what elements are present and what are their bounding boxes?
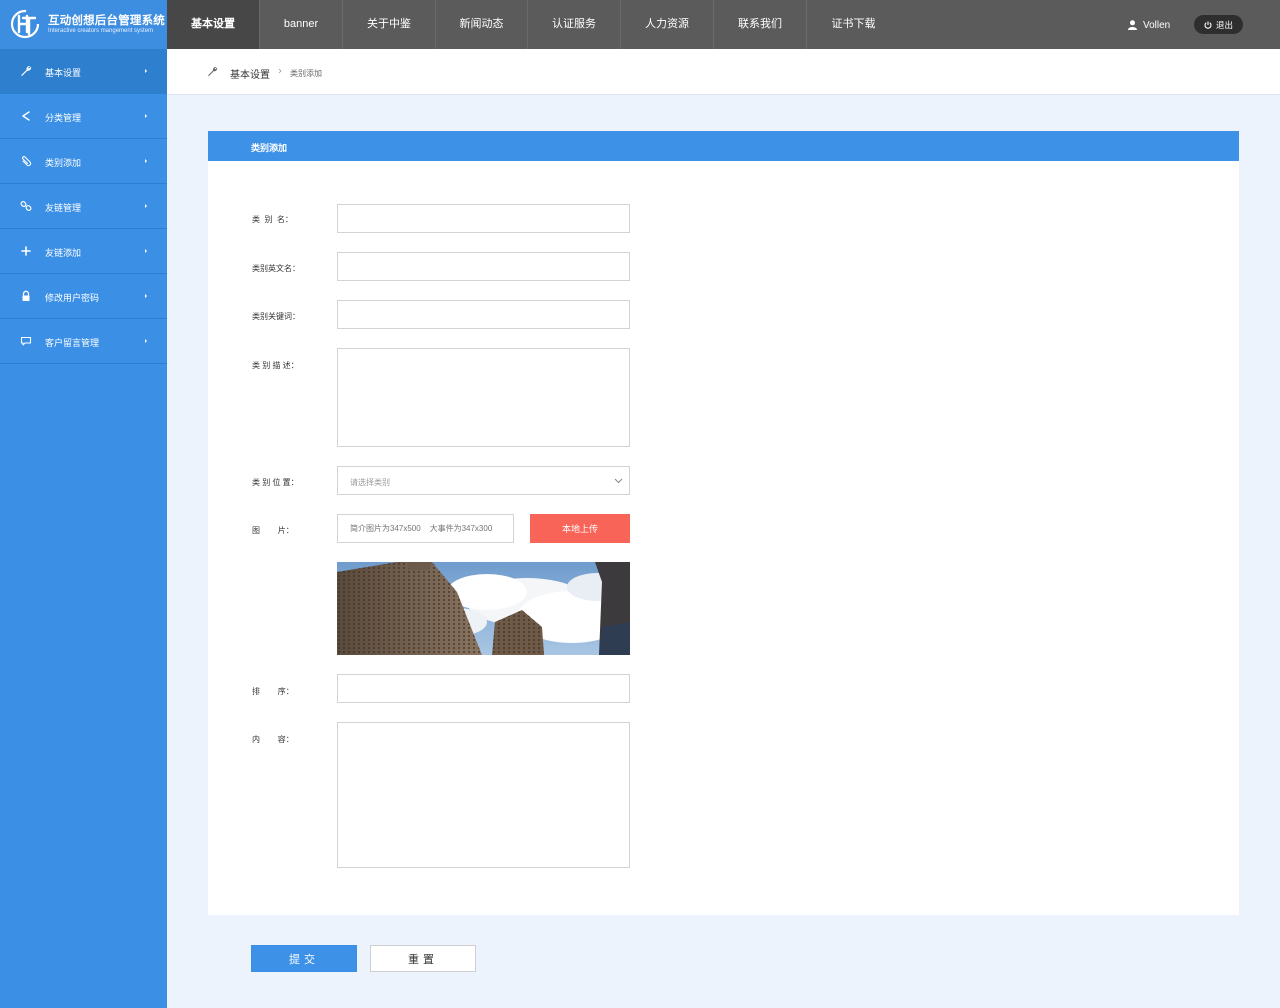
breadcrumb-current: 类别添加 [290,69,322,78]
chevron-down-icon [614,478,623,484]
category-name-input[interactable] [337,204,630,233]
category-name-label: 类 别 名： [252,215,293,224]
sidebar-item-link-manage[interactable]: 友链管理 [0,184,167,229]
image-path-input[interactable] [337,514,514,543]
category-keywords-input[interactable] [337,300,630,329]
sidebar-item-label: 友链添加 [45,248,82,258]
top-bar: 互动创想后台管理系统 Interactive creators mangemen… [0,0,1280,49]
submit-button[interactable]: 提交 [251,945,357,972]
paperclip-icon [22,156,32,167]
wrench-icon [208,66,218,77]
sidebar: 基本设置 分类管理 类别添加 友链管理 友链添加 修改用户密码 客户留言管理 [0,49,167,1008]
category-en-name-label: 类别英文名： [252,264,300,273]
user-icon [1128,20,1137,30]
brand-subtitle: Interactive creators mangement system [48,28,154,34]
topnav-item-basic-settings[interactable]: 基本设置 [167,0,260,49]
brand[interactable]: 互动创想后台管理系统 Interactive creators mangemen… [0,0,167,49]
topnav-item-hr[interactable]: 人力资源 [621,0,714,49]
sidebar-item-label: 基本设置 [45,68,82,78]
chevron-right-icon [145,249,147,253]
lock-icon [22,290,30,301]
sort-label: 排 序： [252,687,294,696]
topnav-item-about[interactable]: 关于中鉴 [343,0,436,49]
wrench-icon [21,66,32,76]
category-position-value: 请选择类别 [350,478,390,487]
reset-button[interactable]: 重置 [370,945,476,972]
chevron-right-icon [278,68,282,74]
sidebar-item-basic-settings[interactable]: 基本设置 [0,49,167,94]
topnav-item-download[interactable]: 证书下载 [807,0,900,49]
sidebar-item-link-add[interactable]: 友链添加 [0,229,167,274]
chevron-right-icon [145,114,147,118]
breadcrumb: 基本设置 类别添加 [167,49,1280,95]
category-en-name-input[interactable] [337,252,630,281]
link-icon [20,201,32,211]
content-label: 内 容： [252,735,294,744]
logo-icon [10,9,40,39]
panel-title: 类别添加 [251,143,288,153]
topnav-item-contact[interactable]: 联系我们 [714,0,807,49]
category-description-label: 类 别 描 述： [252,361,299,370]
logout-label: 退出 [1215,19,1233,30]
sort-input[interactable] [337,674,630,703]
sidebar-item-label: 友链管理 [45,203,82,213]
category-position-label: 类 别 位 置： [252,478,299,487]
chevron-right-icon [145,159,147,163]
image-preview [337,562,630,655]
sidebar-item-label: 类别添加 [45,158,82,168]
user-name: Vollen [1143,19,1171,31]
chevron-right-icon [145,69,147,73]
chevron-right-icon [145,339,147,343]
sidebar-item-category-manage[interactable]: 分类管理 [0,94,167,139]
topnav-item-news[interactable]: 新闻动态 [436,0,528,49]
image-label: 图 片： [252,526,294,535]
top-nav: 基本设置 banner 关于中鉴 新闻动态 认证服务 人力资源 联系我们 证书下… [167,0,900,49]
city-skyline-image [337,562,630,655]
category-keywords-label: 类别关键词： [252,312,300,321]
brand-title: 互动创想后台管理系统 [48,15,165,27]
sidebar-item-label: 客户留言管理 [45,338,100,348]
logout-button[interactable]: 退出 [1194,15,1243,34]
power-icon [1204,21,1212,29]
sidebar-item-label: 修改用户密码 [45,293,100,303]
sidebar-item-category-add[interactable]: 类别添加 [0,139,167,184]
category-description-textarea[interactable] [337,348,630,447]
sidebar-item-messages[interactable]: 客户留言管理 [0,319,167,364]
form-panel: 类别添加 类 别 名： 类别英文名： 类别关键词： 类 别 描 述： 类 别 位… [208,131,1239,915]
chevron-right-icon [145,204,147,208]
sidebar-item-label: 分类管理 [45,113,82,123]
share-icon [22,111,30,121]
panel-header: 类别添加 [208,131,1239,161]
topnav-item-certification[interactable]: 认证服务 [528,0,621,49]
category-position-select[interactable]: 请选择类别 [337,466,630,495]
sidebar-item-change-password[interactable]: 修改用户密码 [0,274,167,319]
content-textarea[interactable] [337,722,630,868]
user-menu[interactable]: Vollen [1128,17,1170,33]
chevron-right-icon [145,294,147,298]
comment-icon [20,336,32,346]
breadcrumb-main[interactable]: 基本设置 [230,66,270,81]
plus-icon [21,246,31,256]
topnav-item-banner[interactable]: banner [260,0,343,49]
local-upload-button[interactable]: 本地上传 [530,514,630,543]
